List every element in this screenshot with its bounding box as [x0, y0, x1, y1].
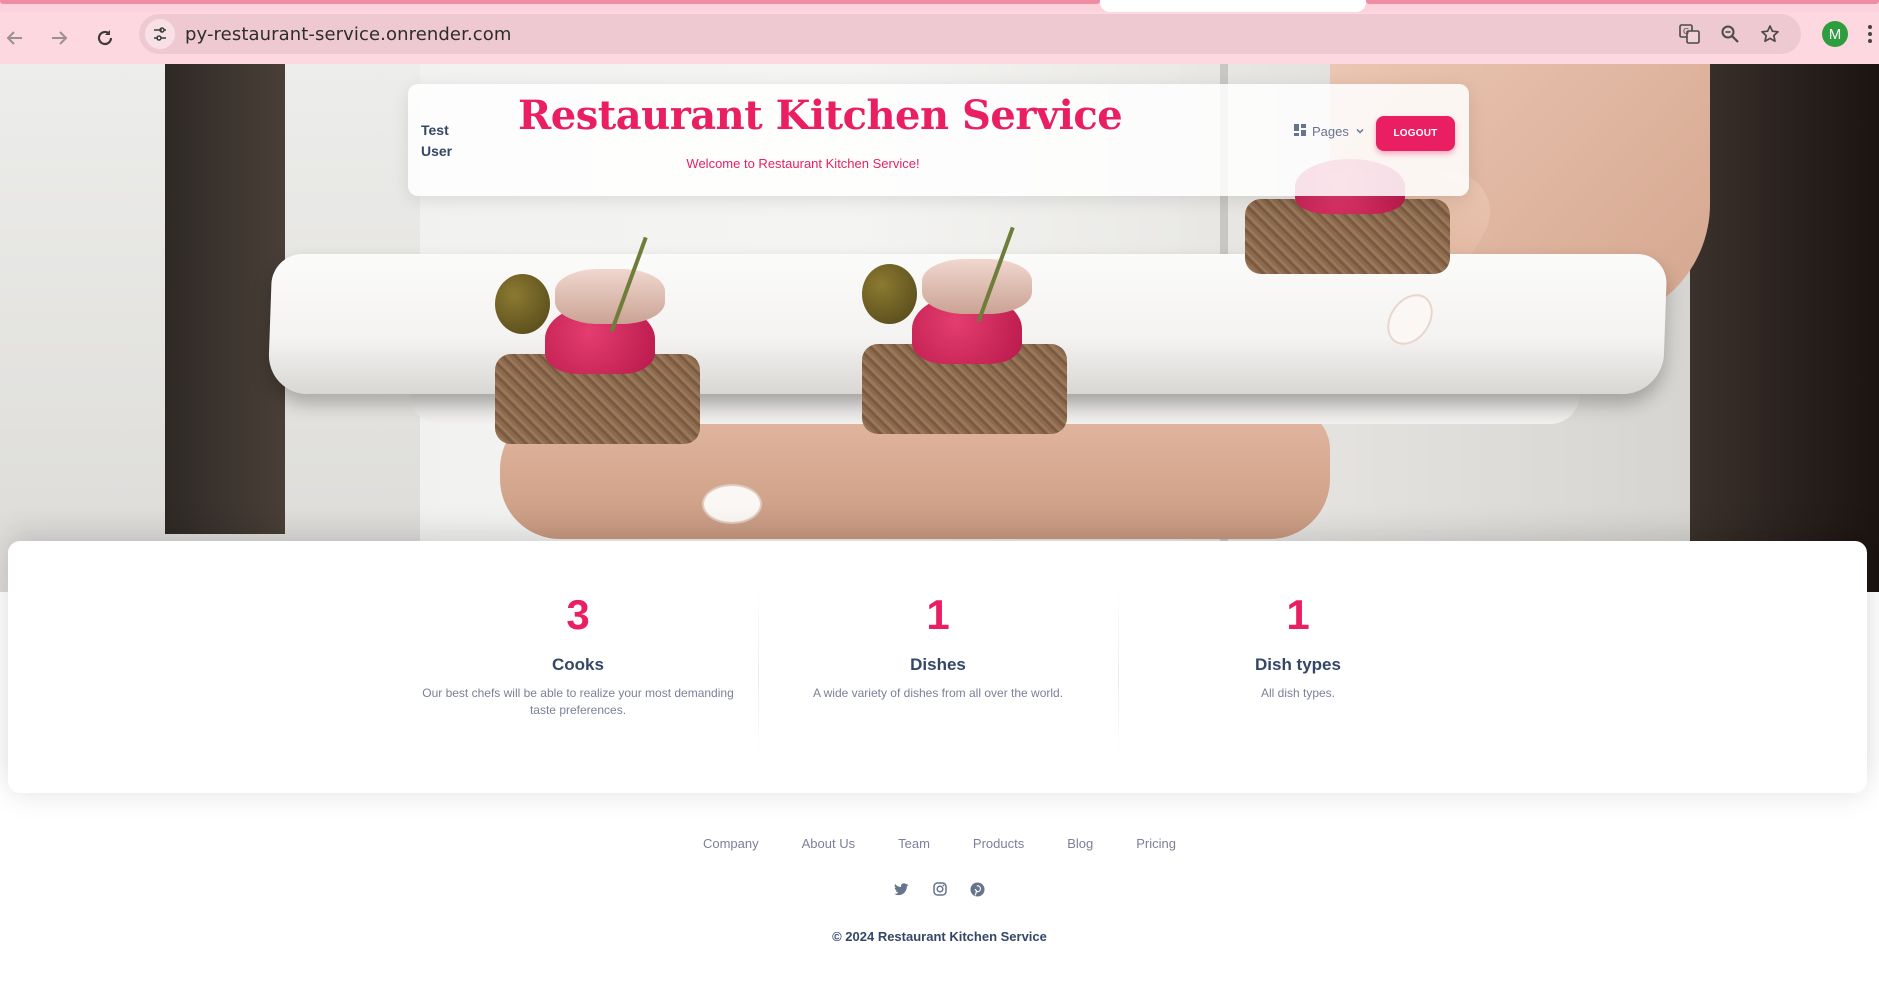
navbar-card: Test User Restaurant Kitchen Service Wel… [408, 84, 1469, 196]
stat-title: Cooks [552, 655, 604, 674]
pinterest-icon[interactable] [970, 881, 986, 897]
stats-card: 3 Cooks Our best chefs will be able to r… [8, 541, 1867, 793]
stat-title: Dish types [1255, 655, 1341, 674]
profile-avatar[interactable]: M [1822, 21, 1848, 47]
browser-toolbar: py-restaurant-service.onrender.com G M [0, 12, 1879, 64]
zoom-icon[interactable] [1717, 21, 1743, 47]
stat-description: A wide variety of dishes from all over t… [812, 686, 1064, 700]
stat-cooks: 3 Cooks Our best chefs will be able to r… [398, 591, 758, 719]
canape-image [862, 174, 1068, 434]
inactive-tab-indicator[interactable] [0, 0, 1100, 4]
active-tab[interactable] [1100, 0, 1366, 12]
user-name[interactable]: Test User [421, 120, 461, 162]
stat-count: 3 [566, 591, 590, 638]
stat-dishes: 1 Dishes A wide variety of dishes from a… [758, 591, 1118, 702]
site-info-icon[interactable] [145, 19, 175, 49]
copyright-text: © 2024 Restaurant Kitchen Service [832, 929, 1047, 944]
footer-socials [0, 881, 1879, 897]
footer-nav: Company About Us Team Products Blog Pric… [0, 836, 1879, 851]
footer-link-company[interactable]: Company [703, 836, 759, 851]
stat-title: Dishes [910, 655, 966, 674]
stat-dish-types: 1 Dish types All dish types. [1118, 591, 1478, 702]
svg-text:G: G [1683, 27, 1689, 36]
footer-link-about-us[interactable]: About Us [802, 836, 855, 851]
chef-apron-shadow [165, 64, 285, 534]
translate-icon[interactable]: G [1677, 21, 1703, 47]
footer-link-team[interactable]: Team [898, 836, 930, 851]
brand-title[interactable]: Restaurant Kitchen Service [518, 92, 1123, 139]
dashboard-icon [1294, 124, 1306, 139]
chevron-down-icon [1355, 124, 1365, 139]
address-bar[interactable]: py-restaurant-service.onrender.com G [139, 14, 1801, 54]
url-text[interactable]: py-restaurant-service.onrender.com [185, 24, 512, 45]
stat-description: Our best chefs will be able to realize y… [422, 686, 734, 717]
logout-button[interactable]: LOGOUT [1376, 116, 1455, 151]
footer-link-blog[interactable]: Blog [1067, 836, 1093, 851]
stat-description: All dish types. [1260, 686, 1336, 700]
pages-label: Pages [1312, 124, 1349, 139]
stat-count: 1 [926, 591, 950, 638]
inactive-tab-indicator[interactable] [1366, 0, 1879, 4]
thumbnail-shape [702, 484, 762, 524]
welcome-text: Welcome to Restaurant Kitchen Service! [686, 156, 920, 171]
instagram-icon[interactable] [932, 881, 948, 897]
background-dark-area [1690, 64, 1879, 592]
back-arrow-icon[interactable] [0, 19, 34, 57]
stat-count: 1 [1286, 591, 1310, 638]
browser-tab-strip [0, 0, 1879, 12]
reload-icon[interactable] [86, 19, 124, 57]
twitter-icon[interactable] [894, 881, 910, 897]
forward-arrow-icon[interactable] [40, 19, 78, 57]
footer-link-pricing[interactable]: Pricing [1136, 836, 1176, 851]
menu-dots-icon[interactable] [1866, 22, 1879, 46]
pages-dropdown[interactable]: Pages [1294, 124, 1365, 139]
footer-link-products[interactable]: Products [973, 836, 1024, 851]
canape-image [495, 174, 701, 444]
bookmark-star-icon[interactable] [1757, 21, 1783, 47]
